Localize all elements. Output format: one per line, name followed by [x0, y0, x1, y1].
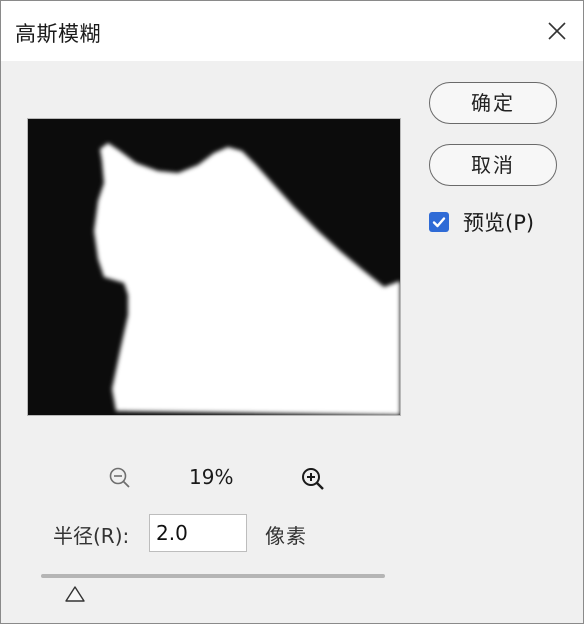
zoom-in-button[interactable] — [299, 465, 327, 493]
triangle-thumb-icon — [65, 586, 85, 602]
zoom-level: 19% — [189, 465, 234, 489]
checkmark-icon — [432, 217, 446, 228]
cat-silhouette-preview — [28, 119, 400, 415]
title-bar: 高斯模糊 — [1, 1, 583, 61]
preview-label: 预览(P) — [463, 211, 535, 235]
dialog-title: 高斯模糊 — [15, 22, 101, 46]
zoom-out-button[interactable] — [107, 465, 133, 491]
ok-button[interactable]: 确定 — [429, 82, 557, 124]
close-button[interactable] — [539, 13, 575, 49]
preview-image[interactable] — [27, 118, 401, 416]
zoom-out-icon — [109, 467, 130, 488]
radius-unit-label: 像素 — [265, 524, 307, 548]
preview-checkbox[interactable] — [429, 212, 449, 232]
radius-input[interactable] — [149, 514, 247, 552]
zoom-in-icon — [302, 468, 324, 490]
radius-label: 半径(R): — [53, 524, 130, 548]
gaussian-blur-dialog: 高斯模糊 确定 取消 预览(P) 19% 半径(R): 2.0 像素 — [0, 0, 584, 624]
cancel-button[interactable]: 取消 — [429, 144, 557, 186]
radius-slider-thumb[interactable] — [63, 585, 87, 603]
radius-slider-track[interactable] — [41, 574, 385, 578]
close-icon — [548, 22, 566, 40]
preview-checkbox-row[interactable]: 预览(P) — [429, 207, 534, 237]
